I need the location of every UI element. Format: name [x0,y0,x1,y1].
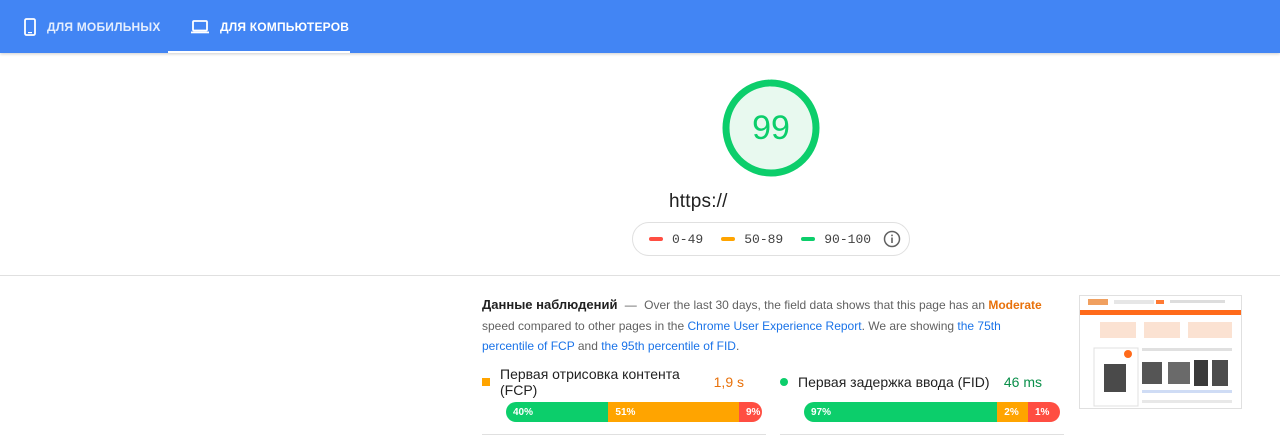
legend-fail-range: 0-49 [672,231,704,247]
report-tab-bar: ДЛЯ МОБИЛЬНЫХ ДЛЯ КОМПЬЮТЕРОВ [0,0,1280,53]
fast-circle-icon [780,378,788,386]
performance-score-value: 99 [752,108,790,147]
tab-mobile-label: ДЛЯ МОБИЛЬНЫХ [47,19,161,34]
field-data-speed-category: Moderate [988,298,1042,312]
metric-fcp-value: 1,9 s [713,374,744,390]
metric-fid-value: 46 ms [1003,374,1042,390]
distribution-slow: 1% [1027,402,1060,422]
smartphone-icon [23,17,37,36]
field-data-title: Данные наблюдений [482,297,618,312]
distribution-fast: 97% [804,402,998,422]
legend-pass-range: 90-100 [824,231,872,247]
distribution-fast: 40% [506,402,609,422]
performance-score-gauge: 99 [722,79,820,177]
laptop-icon [190,19,210,35]
field-data-text-2: speed compared to other pages in the [482,318,685,333]
field-data-summary: Данные наблюдений — Over the last 30 day… [482,295,1042,357]
metric-fcp: Первая отрисовка контента (FCP) 1,9 s 40… [482,366,766,435]
tab-desktop[interactable]: ДЛЯ КОМПЬЮТЕРОВ [168,0,350,53]
metric-fid-rule [780,434,1064,435]
metric-fid-distribution: 97% 2% 1% [804,402,1060,422]
tab-mobile[interactable]: ДЛЯ МОБИЛЬНЫХ [23,0,161,53]
metric-fcp-rule [482,434,766,435]
field-data-text-5: . [735,339,740,353]
fid-percentile-link[interactable]: the 95th percentile of FID [601,339,736,353]
average-square-icon [482,378,490,386]
legend-average-marker [721,237,736,241]
tested-url: https:// [669,191,878,213]
active-tab-indicator [168,51,350,53]
tab-desktop-label: ДЛЯ КОМПЬЮТЕРОВ [220,19,350,34]
tested-url-text: https:// [669,191,728,212]
field-data-text-3: . We are showing [861,318,955,333]
crux-report-link[interactable]: Chrome User Experience Report [687,319,861,333]
metric-fcp-distribution: 40% 51% 9% [506,402,762,422]
legend-item-fail: 0-49 [649,232,703,247]
field-data-dash: — [624,298,637,312]
info-icon[interactable] [883,230,901,248]
score-legend: 0-49 50-89 90-100 [632,222,910,256]
distribution-slow: 9% [738,402,762,422]
legend-item-average: 50-89 [721,232,783,247]
url-redaction [727,193,878,210]
legend-fail-marker [649,237,663,241]
distribution-average: 51% [608,402,739,422]
metric-fid-label: Первая задержка ввода (FID) [798,374,990,390]
page-screenshot-thumbnail[interactable] [1079,295,1242,409]
legend-pass-marker [801,237,816,241]
field-data-text-4: and [577,339,598,353]
metric-fid: Первая задержка ввода (FID) 46 ms 97% 2%… [780,368,1064,435]
metric-fid-header: Первая задержка ввода (FID) 46 ms [780,368,1042,396]
legend-item-pass: 90-100 [801,232,871,247]
field-data-text-1: Over the last 30 days, the field data sh… [644,298,985,312]
thumbnail-image [1080,296,1241,408]
section-divider [0,275,1280,276]
distribution-average: 2% [997,402,1028,422]
metric-fcp-label: Первая отрисовка контента (FCP) [500,366,680,398]
legend-average-range: 50-89 [744,231,784,247]
metric-fcp-header: Первая отрисовка контента (FCP) 1,9 s [482,366,744,398]
